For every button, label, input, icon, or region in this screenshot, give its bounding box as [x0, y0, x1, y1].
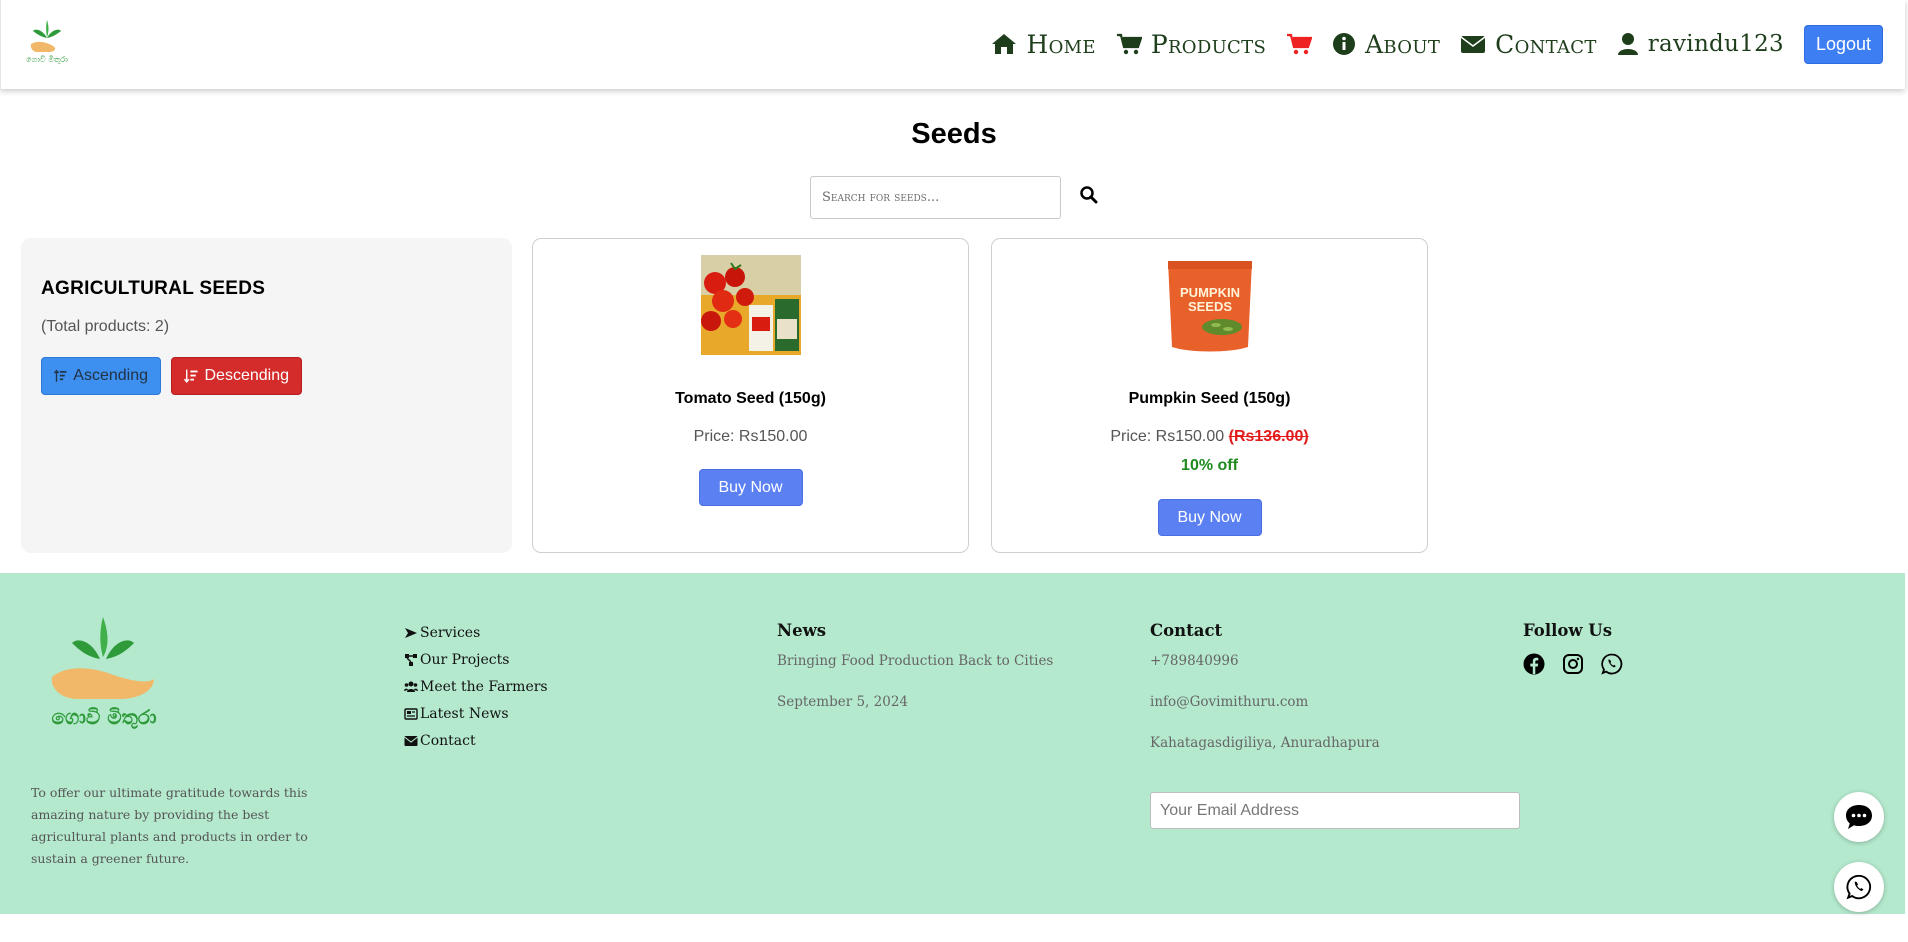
nav-links: Home Products About Contact ravindu123 L… — [971, 20, 1883, 68]
users-icon — [404, 681, 418, 692]
footer-link-contact[interactable]: Contact — [404, 727, 548, 754]
contact-address: Kahatagasdigiliya, Anuradhapura — [1150, 735, 1380, 751]
product-price: Price: Rs150.00 (Rs136.00) — [992, 428, 1427, 446]
footer-link-projects[interactable]: Our Projects — [404, 646, 548, 673]
footer: ගොවි මිතුරා To offer our ultimate gratit… — [0, 573, 1905, 914]
footer-logo: ගොවි මිතුරා — [51, 617, 157, 730]
svg-text:ගොවි මිතුරා: ගොවි මිතුරා — [26, 55, 68, 64]
product-price: Price: Rs150.00 — [533, 428, 968, 446]
whatsapp-icon[interactable] — [1601, 653, 1623, 675]
follow-heading: Follow Us — [1523, 621, 1612, 640]
instagram-icon[interactable] — [1562, 653, 1584, 675]
whatsapp-icon — [1846, 874, 1872, 900]
svg-text:SEEDS: SEEDS — [1188, 299, 1232, 314]
home-icon — [992, 34, 1017, 54]
buy-now-button[interactable]: Buy Now — [1157, 499, 1262, 536]
nav-about-label: About — [1365, 29, 1441, 59]
newspaper-icon — [404, 707, 418, 720]
footer-link-label: Contact — [420, 732, 476, 749]
contact-section: Contact +789840996 info@Govimithuru.com … — [1150, 621, 1380, 776]
sort-ascending-button[interactable]: Ascending — [41, 357, 161, 395]
chat-bubble-icon — [1846, 805, 1872, 829]
svg-text:PUMPKIN: PUMPKIN — [1180, 285, 1240, 300]
page-title: Seeds — [911, 118, 997, 150]
product-count: (Total products: 2) — [41, 318, 170, 335]
original-price: (Rs136.00) — [1228, 428, 1309, 445]
nav-products[interactable]: Products — [1116, 30, 1266, 59]
follow-section: Follow Us — [1523, 621, 1623, 675]
footer-link-farmers[interactable]: Meet the Farmers — [404, 673, 548, 700]
category-title: AGRICULTURAL SEEDS — [41, 278, 266, 299]
brand-logo[interactable]: ගොවි මිතුරා — [23, 16, 71, 64]
product-name: Pumpkin Seed (150g) — [1128, 390, 1291, 407]
logout-button[interactable]: Logout — [1804, 24, 1883, 64]
whatsapp-button[interactable] — [1834, 862, 1884, 912]
news-section: News Bringing Food Production Back to Ci… — [777, 621, 1053, 735]
contact-phone: +789840996 — [1150, 653, 1239, 669]
product-name: Tomato Seed (150g) — [675, 390, 826, 407]
info-icon — [1333, 33, 1356, 55]
product-card-pumpkin: PUMPKIN SEEDS Pumpkin Seed (150g) Price:… — [991, 238, 1428, 553]
sort-descending-button[interactable]: Descending — [171, 357, 302, 395]
navbar: ගොවි මිතුරා Home Products About Contact … — [0, 0, 1905, 89]
search-input[interactable]: Search for seeds... — [810, 176, 1061, 219]
footer-link-news[interactable]: Latest News — [404, 700, 548, 727]
nav-about[interactable]: About — [1332, 30, 1440, 59]
news-date: September 5, 2024 — [777, 694, 908, 710]
mission-statement: To offer our ultimate gratitude towards … — [31, 785, 308, 866]
rocket-icon — [405, 627, 417, 638]
nav-contact-label: Contact — [1495, 29, 1597, 59]
shopping-cart-icon[interactable] — [1286, 33, 1313, 55]
email-placeholder: Your Email Address — [1160, 801, 1300, 819]
sort-descending-label: Descending — [204, 367, 290, 384]
footer-links: Services Our Projects Meet the Farmers L… — [404, 619, 548, 754]
footer-link-services[interactable]: Services — [404, 619, 548, 646]
chat-button[interactable] — [1834, 792, 1884, 842]
footer-link-label: Meet the Farmers — [420, 678, 548, 695]
pumpkin-seed-image[interactable]: PUMPKIN SEEDS — [1160, 255, 1260, 355]
facebook-icon[interactable] — [1523, 653, 1545, 675]
tomato-seed-image[interactable] — [701, 255, 801, 355]
envelope-icon — [404, 735, 418, 746]
sort-descending-icon — [184, 369, 198, 384]
price-text: Price: Rs150.00 — [693, 428, 808, 445]
cart-icon — [1116, 33, 1142, 55]
contact-heading: Contact — [1150, 621, 1223, 640]
news-heading: News — [777, 621, 827, 640]
nav-home[interactable]: Home — [991, 29, 1096, 59]
footer-logo-text: ගොවි මිතුරා — [51, 705, 157, 730]
sort-ascending-icon — [54, 369, 67, 382]
price-text: Price: Rs150.00 — [1110, 428, 1225, 445]
news-title[interactable]: Bringing Food Production Back to Cities — [777, 653, 1053, 694]
nav-products-label: Products — [1150, 29, 1267, 59]
search-placeholder: Search for seeds... — [822, 190, 940, 205]
buy-now-button[interactable]: Buy Now — [698, 469, 803, 506]
nav-user[interactable]: ravindu123 — [1617, 31, 1784, 57]
footer-link-label: Services — [420, 624, 481, 641]
product-card-tomato: Tomato Seed (150g) Price: Rs150.00 Buy N… — [532, 238, 969, 553]
footer-link-label: Latest News — [420, 705, 509, 722]
contact-email: info@Govimithuru.com — [1150, 694, 1309, 710]
sort-ascending-label: Ascending — [73, 367, 148, 384]
nav-home-label: Home — [1026, 29, 1096, 59]
footer-link-label: Our Projects — [420, 651, 510, 668]
envelope-icon — [1460, 36, 1486, 53]
newsletter-email-input[interactable]: Your Email Address — [1150, 792, 1520, 829]
category-sidebar: AGRICULTURAL SEEDS (Total products: 2) A… — [21, 238, 512, 553]
discount-badge: 10% off — [1181, 457, 1238, 474]
user-icon — [1617, 33, 1638, 55]
nav-contact[interactable]: Contact — [1460, 30, 1597, 59]
project-diagram-icon — [405, 653, 417, 666]
social-icons — [1523, 653, 1623, 675]
nav-user-label: ravindu123 — [1647, 31, 1784, 57]
search-icon[interactable] — [1079, 185, 1099, 205]
